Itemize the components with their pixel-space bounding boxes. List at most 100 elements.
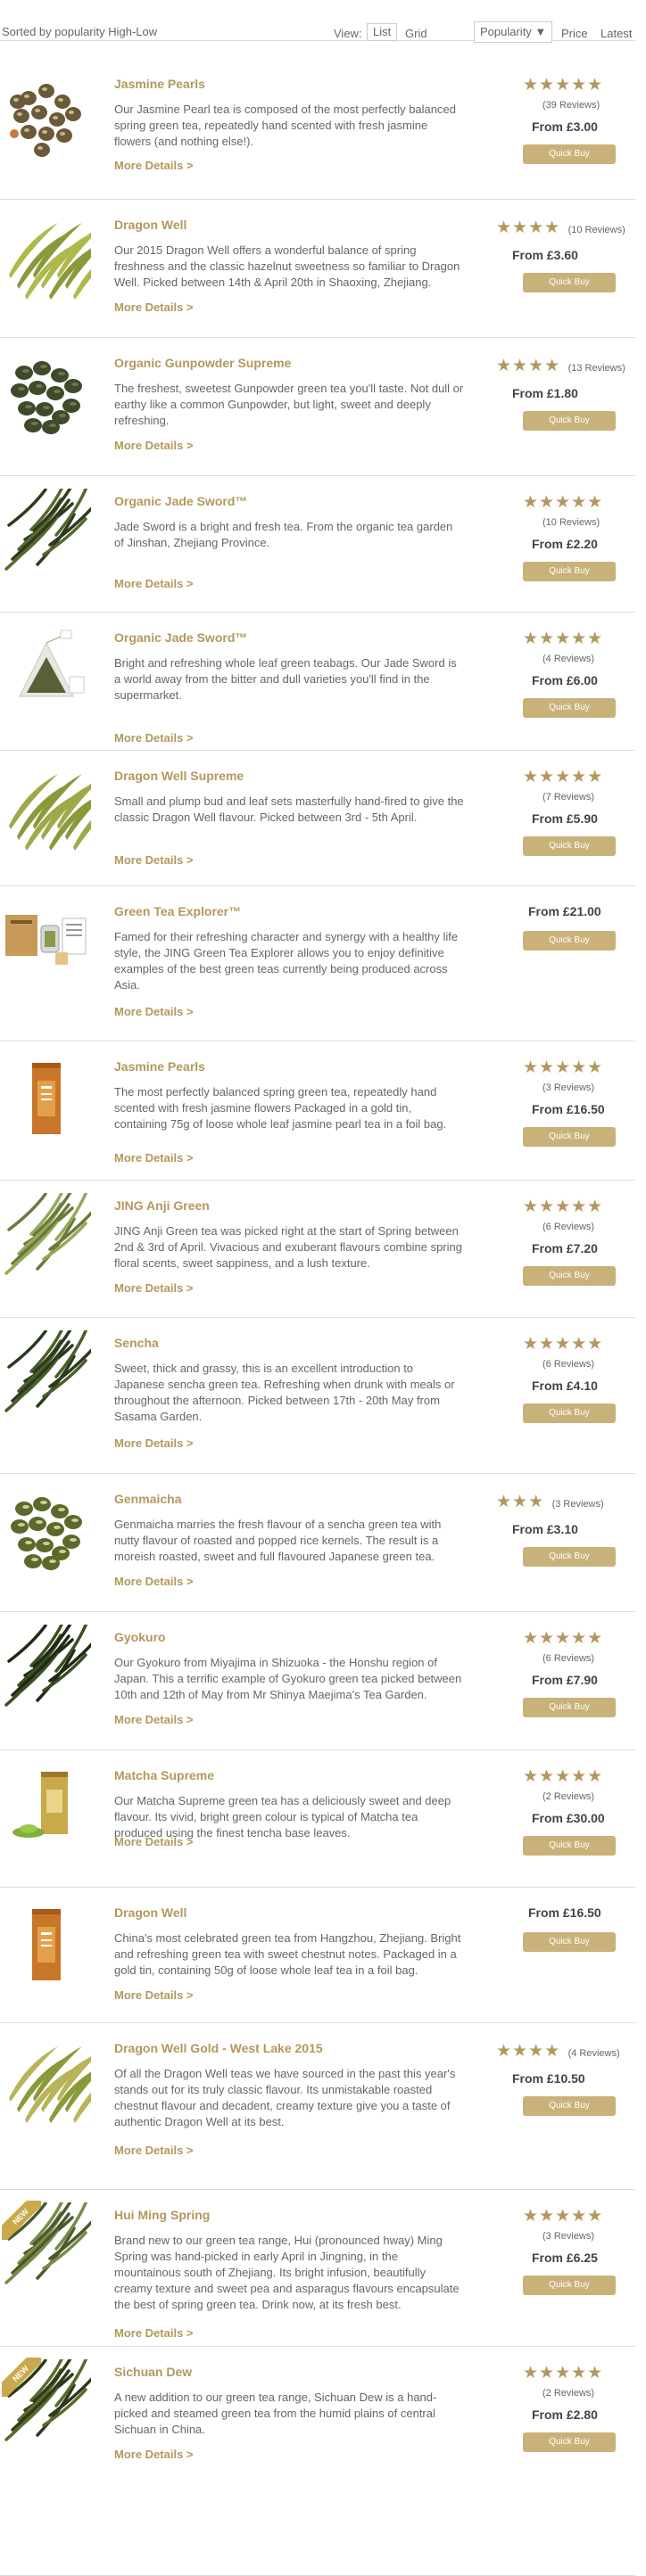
review-count[interactable]: (6 Reviews) — [542, 1359, 594, 1370]
price: From £5.90 — [532, 811, 598, 826]
more-details-link[interactable]: More Details > — [114, 1151, 194, 1165]
product-name-link[interactable]: Sencha — [114, 1336, 159, 1350]
review-count[interactable]: (6 Reviews) — [542, 1653, 594, 1664]
product-name-link[interactable]: Hui Ming Spring — [114, 2208, 210, 2222]
quick-buy-button[interactable]: Quick Buy — [523, 931, 616, 951]
quick-buy-button[interactable]: Quick Buy — [523, 1127, 616, 1147]
view-list-button[interactable]: List — [367, 23, 398, 41]
more-details-link[interactable]: More Details > — [114, 1575, 194, 1588]
matcha-image[interactable] — [2, 1763, 91, 1852]
product-name-link[interactable]: Gyokuro — [114, 1630, 166, 1644]
more-details-link[interactable]: More Details > — [114, 1713, 194, 1726]
quick-buy-button[interactable]: Quick Buy — [523, 1698, 616, 1717]
review-count[interactable]: (2 Reviews) — [542, 1791, 594, 1802]
gyokuro-image[interactable] — [2, 1619, 99, 1714]
product-name-link[interactable]: Organic Jade Sword™ — [114, 494, 247, 508]
more-details-link[interactable]: More Details > — [114, 731, 194, 745]
product-name-link[interactable]: Jasmine Pearls — [114, 77, 205, 91]
quick-buy-button[interactable]: Quick Buy — [523, 144, 616, 164]
review-count[interactable]: (3 Reviews) — [542, 2231, 594, 2242]
review-count[interactable]: (6 Reviews) — [542, 1222, 594, 1232]
review-count[interactable]: (39 Reviews) — [542, 100, 600, 111]
product-name-link[interactable]: Dragon Well Gold - West Lake 2015 — [114, 2041, 323, 2055]
product-name-link[interactable]: Organic Jade Sword™ — [114, 630, 247, 645]
quick-buy-button[interactable]: Quick Buy — [523, 2276, 616, 2295]
view-grid-button[interactable]: Grid — [405, 27, 427, 40]
anji-green-image[interactable] — [2, 1188, 99, 1282]
quick-buy-button[interactable]: Quick Buy — [523, 411, 616, 431]
product-row: Genmaicha Genmaicha marries the fresh fl… — [0, 1474, 635, 1612]
product-name-link[interactable]: Dragon Well — [114, 1905, 186, 1920]
price: From £2.20 — [532, 537, 598, 551]
review-count[interactable]: (7 Reviews) — [542, 792, 594, 802]
sort-popularity-select[interactable]: Popularity ▼ — [474, 21, 553, 43]
sencha-image[interactable] — [2, 1325, 99, 1420]
more-details-link[interactable]: More Details > — [114, 1281, 194, 1295]
quick-buy-button[interactable]: Quick Buy — [523, 1266, 616, 1286]
price-panel: ★★★★★ (39 Reviews) From £3.00 Quick Buy — [496, 59, 630, 200]
more-details-link[interactable]: More Details > — [114, 159, 194, 172]
price-panel: ★★★★★ (7 Reviews) From £5.90 Quick Buy — [496, 751, 630, 886]
product-name-link[interactable]: Genmaicha — [114, 1492, 181, 1506]
jasmine-tin-image[interactable] — [2, 1054, 91, 1143]
dragon-well-tin-image[interactable] — [2, 1900, 91, 1989]
product-name-link[interactable]: Dragon Well Supreme — [114, 769, 244, 783]
price: From £2.80 — [532, 2407, 598, 2422]
more-details-link[interactable]: More Details > — [114, 1436, 194, 1450]
dragon-well-supreme-image[interactable] — [2, 763, 122, 852]
review-count[interactable]: (10 Reviews) — [568, 225, 625, 235]
more-details-link[interactable]: More Details > — [114, 2326, 194, 2340]
more-details-link[interactable]: More Details > — [114, 1005, 194, 1018]
quick-buy-button[interactable]: Quick Buy — [523, 1836, 616, 1856]
dragon-well-image[interactable] — [2, 212, 122, 301]
review-count[interactable]: (4 Reviews) — [568, 2048, 620, 2059]
more-details-link[interactable]: More Details > — [114, 853, 194, 867]
more-details-link[interactable]: More Details > — [114, 1835, 194, 1848]
sort-price-link[interactable]: Price — [561, 27, 588, 40]
gunpowder-image[interactable] — [2, 350, 91, 440]
review-count[interactable]: (3 Reviews) — [552, 1499, 604, 1510]
review-count[interactable]: (13 Reviews) — [568, 363, 625, 374]
review-count[interactable]: (4 Reviews) — [542, 654, 594, 664]
more-details-link[interactable]: More Details > — [114, 2448, 194, 2461]
product-name-link[interactable]: Matcha Supreme — [114, 1768, 214, 1782]
quick-buy-button[interactable]: Quick Buy — [523, 1403, 616, 1423]
quick-buy-button[interactable]: Quick Buy — [523, 1932, 616, 1952]
review-count[interactable]: (10 Reviews) — [542, 517, 600, 528]
view-label: View: — [334, 27, 362, 40]
quick-buy-button[interactable]: Quick Buy — [523, 698, 616, 718]
quick-buy-button[interactable]: Quick Buy — [523, 562, 616, 581]
more-details-link[interactable]: More Details > — [114, 1988, 194, 2002]
rating-stars: ★★★★★ — [523, 1058, 604, 1077]
jasmine-pearls-image[interactable] — [2, 71, 91, 160]
product-name-link[interactable]: JING Anji Green — [114, 1198, 210, 1213]
more-details-link[interactable]: More Details > — [114, 300, 194, 314]
more-details-link[interactable]: More Details > — [114, 439, 194, 452]
teabag-image[interactable] — [2, 625, 91, 714]
explorer-kit-image[interactable] — [2, 899, 91, 988]
product-name-link[interactable]: Organic Gunpowder Supreme — [114, 356, 291, 370]
toolbar: Sorted by popularity High-Low View: List… — [0, 0, 635, 43]
dragon-well-gold-image[interactable] — [2, 2036, 122, 2125]
review-count[interactable]: (2 Reviews) — [542, 2388, 594, 2399]
product-name-link[interactable]: Dragon Well — [114, 218, 186, 232]
price: From £21.00 — [528, 904, 601, 918]
jade-sword-image[interactable] — [2, 483, 99, 578]
more-details-link[interactable]: More Details > — [114, 577, 194, 590]
genmaicha-image[interactable] — [2, 1486, 91, 1576]
review-count[interactable]: (3 Reviews) — [542, 1082, 594, 1093]
quick-buy-button[interactable]: Quick Buy — [523, 2096, 616, 2116]
product-description: The freshest, sweetest Gunpowder green t… — [114, 382, 464, 427]
more-details-link[interactable]: More Details > — [114, 2144, 194, 2157]
sort-latest-link[interactable]: Latest — [600, 27, 632, 40]
product-name-link[interactable]: Green Tea Explorer™ — [114, 904, 241, 918]
price-panel: ★★★★★ (2 Reviews) From £30.00 Quick Buy — [496, 1750, 630, 1888]
quick-buy-button[interactable]: Quick Buy — [523, 2432, 616, 2452]
quick-buy-button[interactable]: Quick Buy — [523, 273, 616, 292]
product-name-link[interactable]: Jasmine Pearls — [114, 1059, 205, 1074]
price-panel: From £16.50 Quick Buy — [496, 1888, 630, 2023]
quick-buy-button[interactable]: Quick Buy — [523, 836, 616, 856]
product-row: Organic Jade Sword™ Jade Sword is a brig… — [0, 476, 635, 613]
quick-buy-button[interactable]: Quick Buy — [523, 1547, 616, 1567]
product-name-link[interactable]: Sichuan Dew — [114, 2365, 192, 2379]
